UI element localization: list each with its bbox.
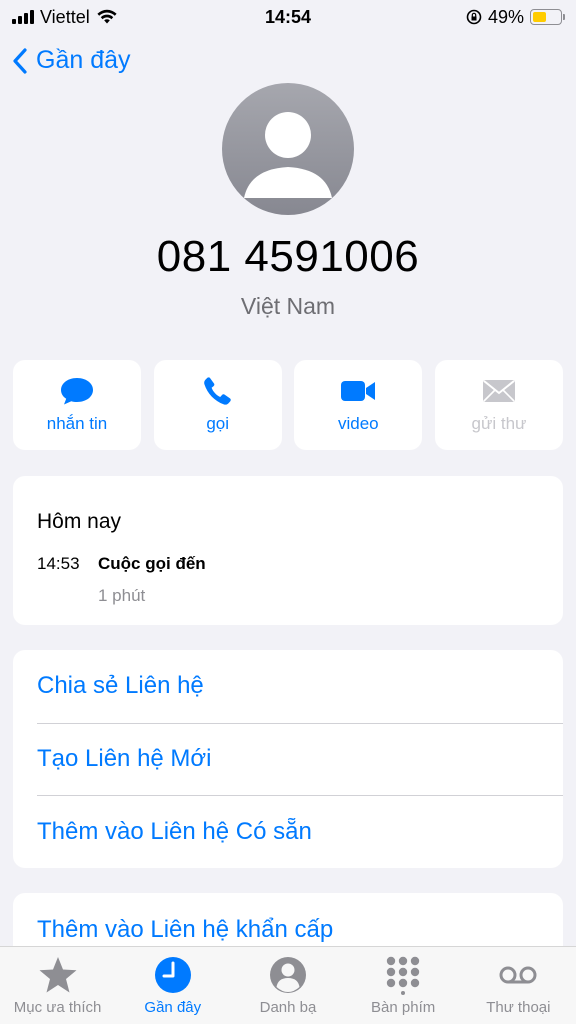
battery-percent: 49%	[487, 6, 524, 27]
add-to-existing-contact-button[interactable]: Thêm vào Liên hệ Có sẵn	[37, 795, 563, 868]
tab-favorites-label: Mục ưa thích	[13, 999, 102, 1016]
tab-voicemail-label: Thư thoại	[486, 999, 551, 1016]
mail-button[interactable]: gửi thư	[434, 360, 563, 450]
cellular-signal-icon	[12, 10, 34, 24]
recent-call-duration: 1 phút	[98, 586, 146, 605]
message-icon	[61, 378, 93, 405]
recent-date-header: Hôm nay	[37, 510, 122, 533]
recent-call-time: 14:53	[37, 554, 80, 573]
tab-recents[interactable]: Gần đây	[115, 955, 230, 1016]
call-button[interactable]: gọi	[153, 360, 282, 450]
contact-phone-number: 081 4591006	[156, 232, 420, 281]
video-button-label: video	[337, 414, 379, 433]
keypad-icon	[386, 956, 420, 995]
chevron-left-icon	[13, 47, 27, 74]
video-icon	[341, 381, 376, 401]
message-button[interactable]: nhắn tin	[13, 360, 141, 450]
back-button[interactable]: Gần đây	[12, 46, 131, 75]
status-time: 14:54	[264, 6, 312, 27]
back-label: Gần đây	[36, 46, 131, 74]
tab-contacts-label: Danh bạ	[259, 999, 317, 1016]
voicemail-icon	[499, 966, 537, 984]
star-icon	[39, 957, 77, 993]
create-new-contact-button[interactable]: Tạo Liên hệ Mới	[37, 722, 563, 796]
recent-call-type: Cuộc gọi đến	[98, 554, 206, 573]
action-buttons: nhắn tin gọi video gửi thư	[13, 360, 563, 450]
tab-voicemail[interactable]: Thư thoại	[461, 955, 576, 1016]
battery-level	[533, 12, 546, 22]
carrier-name: Viettel	[40, 6, 90, 27]
tab-keypad[interactable]: Bàn phím	[346, 955, 461, 1016]
orientation-lock-icon	[466, 9, 482, 25]
tab-favorites[interactable]: Mục ưa thích	[0, 955, 115, 1016]
recent-calls-card: Hôm nay 14:53 Cuộc gọi đến 1 phút	[13, 476, 563, 625]
video-button[interactable]: video	[294, 360, 423, 450]
wifi-icon	[97, 9, 117, 24]
status-bar: Viettel 14:54 49%	[0, 0, 576, 34]
battery-icon	[530, 9, 565, 25]
person-placeholder-icon	[244, 112, 332, 198]
share-contact-button[interactable]: Chia sẻ Liên hệ	[37, 650, 563, 723]
phone-icon	[203, 377, 231, 405]
clock-icon	[154, 957, 191, 993]
tab-bar: Mục ưa thích Gần đây Danh bạ Bàn phím Th…	[0, 946, 576, 1024]
tab-recents-label: Gần đây	[144, 999, 202, 1016]
call-button-label: gọi	[206, 414, 229, 433]
status-left: Viettel	[12, 7, 118, 28]
mail-icon	[482, 380, 515, 402]
avatar	[222, 83, 354, 215]
contact-options-card: Chia sẻ Liên hệ Tạo Liên hệ Mới Thêm vào…	[13, 650, 563, 868]
tab-contacts[interactable]: Danh bạ	[230, 955, 345, 1016]
message-button-label: nhắn tin	[46, 414, 108, 433]
tab-keypad-label: Bàn phím	[371, 999, 436, 1016]
contact-country: Việt Nam	[240, 293, 336, 319]
mail-button-label: gửi thư	[471, 414, 527, 433]
contact-icon	[269, 957, 306, 993]
status-right: 49%	[466, 6, 565, 28]
